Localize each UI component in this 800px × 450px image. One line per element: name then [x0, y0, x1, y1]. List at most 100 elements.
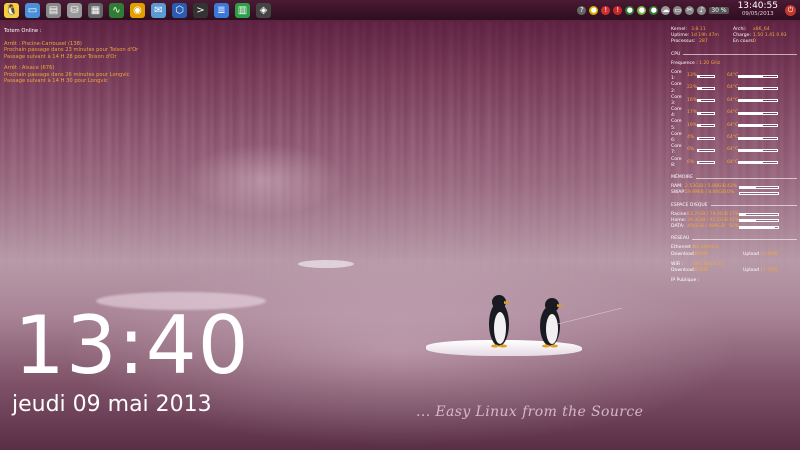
core-temp: 64°C [727, 85, 739, 91]
core-load-bar [697, 148, 715, 152]
scissors-icon[interactable]: ✂ [685, 5, 695, 15]
fish-icon[interactable]: ◈ [256, 2, 271, 18]
wallpaper-tagline: ... Easy Linux from the Source [416, 404, 644, 420]
cpu-core-row: Core 7: 6% 64°C [671, 144, 797, 156]
core-temp: 64°C [727, 73, 739, 79]
mail-tray-icon[interactable]: ▭ [673, 5, 683, 15]
cpu-core-row: Core 5: 19% 64°C [671, 119, 797, 131]
cloud-icon[interactable]: ☁ [661, 5, 671, 15]
memory-title: MÉMOIRE [671, 174, 693, 180]
chrome-icon[interactable]: ◉ [130, 2, 145, 18]
swap-label: SWAP: [671, 190, 686, 196]
core-temp: 64°C [727, 122, 739, 128]
core-percent: 6% [687, 159, 695, 165]
volume-icon[interactable]: ♪ [697, 5, 707, 15]
memory-section-header: MÉMOIRE [671, 175, 797, 181]
penguin-fishing [540, 298, 623, 348]
core-percent: 22% [687, 85, 698, 91]
launcher-bar: 🐧 ▭ ▤ ⛁ ▦ ∿ ◉ ✉ ⬡ > ≣ ▥ ◈ [4, 2, 271, 18]
cpu-title: CPU [671, 51, 681, 57]
cpu-core-row: Core 4: 17% 64°C [671, 107, 797, 119]
core-temp: 64°C [727, 97, 739, 103]
core-name: Core 7: [671, 144, 682, 156]
update-icon[interactable]: ! [601, 5, 611, 15]
cpu-core-row: Core 3: 16% 64°C [671, 95, 797, 107]
terminal-icon[interactable]: > [193, 2, 208, 18]
help-icon[interactable]: ? [577, 5, 587, 15]
core-load-bar [697, 161, 715, 165]
core-temp-bar [738, 74, 778, 78]
running-label: En cours: [733, 39, 755, 45]
virtualbox-icon[interactable]: ⬡ [172, 2, 187, 18]
core-name: Core 3: [671, 94, 682, 106]
wifi-download-value: 0.7KiB [693, 268, 708, 273]
swap-bar [739, 191, 779, 195]
volume-percent[interactable]: 30 % [709, 6, 729, 14]
totem-title: Totem Online : [4, 28, 42, 34]
public-ip-label: IP Publique : [671, 278, 700, 284]
drawer-icon[interactable]: ▤ [46, 2, 61, 18]
core-temp: 64°C [727, 110, 739, 116]
penguin-left [489, 295, 511, 348]
cpu-core-row: Core 2: 22% 64°C [671, 82, 797, 94]
desktop-clock-date: jeudi 09 mai 2013 [12, 392, 212, 417]
core-temp-bar [738, 161, 778, 165]
disk-percent: 92% [729, 224, 740, 230]
running-value: 0 [753, 39, 756, 45]
hard-drive-icon[interactable]: ⛁ [67, 2, 82, 18]
tux-icon[interactable]: 🐧 [4, 2, 19, 18]
process-label: Processus: [671, 39, 696, 45]
wifi-upload-value: 1.7KiB [763, 268, 778, 273]
panel-clock-time: 13:40:55 [737, 1, 778, 12]
core-percent: 6% [687, 147, 695, 153]
ethernet-upload-label: Upload : [743, 251, 763, 257]
core-name: Core 1: [671, 69, 682, 82]
calculator-icon[interactable]: ▦ [88, 2, 103, 18]
network-section-header: RESEAU [671, 236, 797, 242]
disk-bar [739, 225, 779, 229]
power-icon[interactable]: ⏻ [785, 4, 796, 16]
shield-icon[interactable]: ● [589, 5, 599, 15]
panel-clock-date: 09/05/2013 [741, 11, 774, 18]
core-load-bar [697, 87, 715, 90]
mail-icon[interactable]: ✉ [151, 2, 166, 18]
disk-bar [739, 219, 779, 223]
swap-percent: 0% [727, 190, 735, 196]
core-load-bar [697, 74, 715, 78]
core-temp-bar [738, 136, 778, 140]
system-tray: ? ●!! ● ● ● ☁ ▭ ✂ ♪ 30 % 13:40:55 09/05/2013 ⏻ [577, 0, 796, 20]
writer-icon[interactable]: ≣ [214, 2, 229, 18]
window-icon[interactable]: ▭ [25, 2, 40, 18]
disk-list: Racine: 13.7GiB / 79.9GiB 17% Home: 39.3GiB … [671, 212, 797, 231]
system-monitor-icon[interactable]: ∿ [109, 2, 124, 18]
cpu-core-row: Core 1: 13% 64°C [671, 70, 797, 82]
cpu-core-row: Core 8: 6% 64°C [671, 157, 797, 169]
core-name: Core 6: [671, 131, 682, 143]
disk-section-header: ESPACE DISQUE [671, 203, 797, 209]
cpu-core-row: Core 6: 4% 64°C [671, 132, 797, 144]
network-title: RESEAU [671, 236, 690, 242]
core-name: Core 2: [671, 82, 682, 94]
disk-bar [739, 213, 779, 217]
network-icon[interactable]: ● [625, 5, 635, 15]
core-temp-bar [738, 87, 778, 90]
alert-icon[interactable]: ! [613, 5, 623, 15]
core-temp: 64°C [727, 159, 739, 165]
core-percent: 4% [687, 134, 695, 140]
calc-icon[interactable]: ▥ [235, 2, 250, 18]
desktop-clock-time: 13:40 [14, 299, 250, 392]
totem-line: Passage suivant à 14 H 30 pour Longvic [4, 78, 108, 84]
chat-icon[interactable]: ● [649, 5, 659, 15]
core-temp-bar [738, 148, 778, 152]
leaf-icon[interactable]: ● [637, 5, 647, 15]
core-percent: 19% [687, 122, 698, 128]
swap-value: 59.9MiB / 8.00GiB [685, 190, 727, 196]
core-name: Core 8: [671, 156, 682, 168]
core-temp-bar [738, 124, 778, 128]
ethernet-download-value: 0.0KiB [693, 251, 708, 257]
ethernet-download-label: Download : [671, 251, 697, 257]
panel-clock[interactable]: 13:40:55 09/05/2013 [738, 2, 778, 18]
system-monitor-widget: Kernel: 3.8.11 Archi: x86_64 Uptime: 1d … [671, 27, 797, 284]
core-temp: 64°C [727, 134, 739, 140]
disk-title: ESPACE DISQUE [671, 202, 708, 208]
